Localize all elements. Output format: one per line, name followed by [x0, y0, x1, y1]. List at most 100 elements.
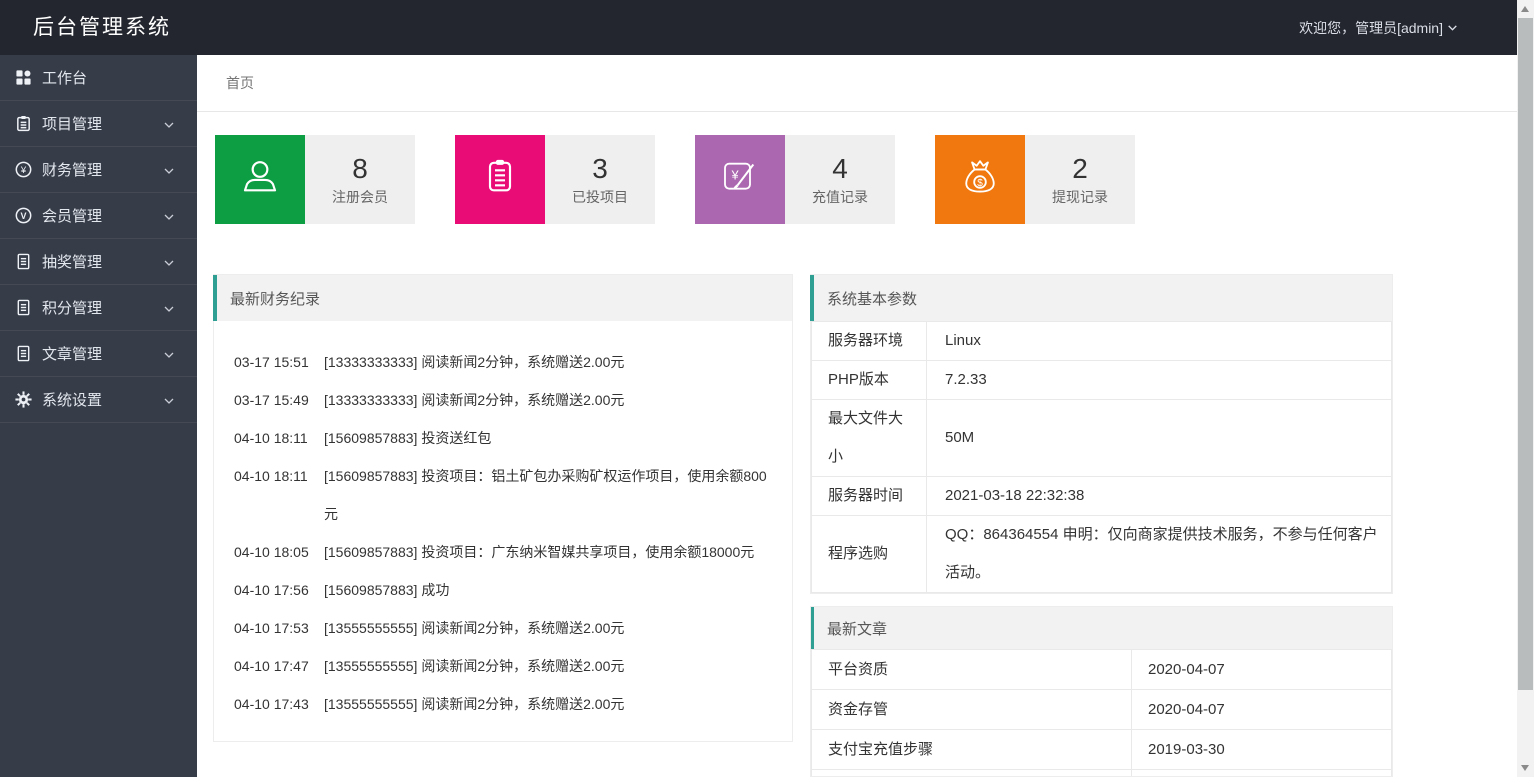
sidebar-item-label: 财务管理 — [42, 162, 103, 179]
chevron-down-icon — [163, 302, 175, 319]
param-row: PHP版本 7.2.33 — [811, 360, 1392, 400]
stat-card-icon-block: ¥ — [695, 135, 785, 224]
stat-card-info: 2 提现记录 — [1025, 135, 1135, 224]
scrollbar-thumb[interactable] — [1518, 18, 1533, 690]
record-time: 04-10 18:11 — [234, 430, 308, 446]
record-text: [15609857883] 投资送红包 — [324, 430, 492, 446]
sidebar-item-label: 积分管理 — [42, 300, 103, 317]
param-row: 服务器时间 2021-03-18 22:32:38 — [811, 476, 1392, 516]
articles-panel: 最新文章 平台资质 2020-04-07 资金存管 2020-04-07 支付宝充值步骤… — [810, 606, 1393, 777]
param-label: 服务器环境 — [811, 321, 927, 361]
recharge-icon: ¥ — [715, 152, 765, 207]
article-row[interactable]: 资金存管 2020-04-07 — [811, 689, 1392, 730]
system-params-table: 服务器环境 Linux PHP版本 7.2.33 最大文件大小 50M 服务器时间 2021-… — [811, 321, 1392, 593]
gear-icon — [15, 391, 32, 408]
chevron-down-icon — [163, 118, 175, 135]
stat-card-registered-members[interactable]: 8 注册会员 — [215, 135, 415, 224]
record-time: 04-10 17:56 — [234, 582, 309, 598]
param-value: 2021-03-18 22:32:38 — [926, 476, 1392, 516]
record-time: 04-10 17:47 — [234, 658, 309, 674]
record-text: [13555555555] 阅读新闻2分钟，系统赠送2.00元 — [324, 658, 625, 674]
record-text: [15609857883] 成功 — [324, 582, 450, 598]
param-value: 50M — [926, 399, 1392, 477]
param-value: 7.2.33 — [926, 360, 1392, 400]
stat-card-withdraw-records[interactable]: $2 提现记录 — [935, 135, 1135, 224]
article-row[interactable]: 平台资质 2020-04-07 — [811, 649, 1392, 690]
finance-record: 03-17 15:51 [13333333333] 阅读新闻2分钟，系统赠送2.0… — [234, 343, 778, 381]
articles-panel-header: 最新文章 — [811, 607, 1392, 649]
user-menu[interactable]: 欢迎您，管理员[admin] — [1299, 0, 1459, 55]
record-time: 03-17 15:49 — [234, 392, 309, 408]
sidebar-item-workbench[interactable]: 工作台 — [0, 55, 197, 101]
finance-record: 04-10 18:05 [15609857883] 投资项目：广东纳米智媒共享项目… — [234, 533, 778, 571]
clipboard-icon — [15, 115, 32, 132]
finance-panel-header: 最新财务纪录 — [213, 275, 792, 321]
app-title: 后台管理系统 — [33, 16, 171, 39]
articles-body: 平台资质 2020-04-07 资金存管 2020-04-07 支付宝充值步骤 2019-… — [811, 649, 1392, 776]
stat-card-icon-block — [215, 135, 305, 224]
article-date: 2019-03-30 — [1131, 729, 1392, 770]
param-row: 程序选购 QQ：864364554 申明：仅向商家提供技术服务，不参与任何客户活动… — [811, 515, 1392, 593]
system-params-body: 服务器环境 Linux PHP版本 7.2.33 最大文件大小 50M 服务器时间 2021-… — [811, 321, 1392, 593]
param-label: PHP版本 — [811, 360, 927, 400]
moneybag-icon: $ — [955, 152, 1005, 207]
finance-record: 04-10 17:56 [15609857883] 成功 — [234, 571, 778, 609]
stat-value: 2 — [1072, 152, 1088, 184]
article-title[interactable]: 支付宝充值步骤 — [811, 729, 1132, 770]
sidebar-item-finance-management[interactable]: ¥ 财务管理 — [0, 147, 197, 193]
article-title[interactable]: 资金存管 — [811, 689, 1132, 730]
stat-label: 已投项目 — [572, 188, 628, 205]
document-icon — [15, 345, 32, 362]
panel-accent-bar — [811, 607, 814, 649]
scroll-up-icon[interactable] — [1521, 6, 1529, 12]
document-icon — [15, 253, 32, 270]
sidebar: 工作台项目管理 ¥ 财务管理 V 会员管理抽奖管理积分管理文章管理系统设置 — [0, 55, 197, 777]
articles-table: 平台资质 2020-04-07 资金存管 2020-04-07 支付宝充值步骤 2019-… — [811, 649, 1392, 776]
record-time: 04-10 18:05 — [234, 544, 309, 560]
sidebar-item-label: 工作台 — [42, 70, 88, 87]
finance-record: 04-10 18:11 [15609857883] 投资送红包 — [234, 419, 778, 457]
system-panel-header: 系统基本参数 — [810, 275, 1392, 321]
stat-card-invested-projects[interactable]: 3 已投项目 — [455, 135, 655, 224]
record-text: [15609857883] 投资项目：广东纳米智媒共享项目，使用余额18000元 — [324, 544, 755, 560]
record-text: [13555555555] 阅读新闻2分钟，系统赠送2.00元 — [324, 696, 625, 712]
notes-icon — [475, 152, 525, 207]
yen-coin-icon: ¥ — [15, 161, 32, 178]
svg-text:$: $ — [977, 178, 983, 189]
sidebar-item-project-management[interactable]: 项目管理 — [0, 101, 197, 147]
article-title[interactable]: 平台资质 — [811, 649, 1132, 690]
finance-records: 03-17 15:51 [13333333333] 阅读新闻2分钟，系统赠送2.0… — [214, 321, 792, 723]
record-text: [13333333333] 阅读新闻2分钟，系统赠送2.00元 — [324, 354, 625, 370]
user-icon — [235, 152, 285, 207]
chevron-down-icon — [163, 256, 175, 273]
stat-card-recharge-records[interactable]: ¥4 充值记录 — [695, 135, 895, 224]
stat-card-info: 4 充值记录 — [785, 135, 895, 224]
record-time: 03-17 15:51 — [234, 354, 309, 370]
param-label: 程序选购 — [811, 515, 927, 593]
sidebar-item-article-management[interactable]: 文章管理 — [0, 331, 197, 377]
sidebar-item-points-management[interactable]: 积分管理 — [0, 285, 197, 331]
article-date: 2020-04-07 — [1131, 689, 1392, 730]
sidebar-item-member-management[interactable]: V 会员管理 — [0, 193, 197, 239]
app-header: 后台管理系统 欢迎您，管理员[admin] — [0, 0, 1517, 55]
finance-panel-title: 最新财务纪录 — [230, 290, 321, 308]
record-time: 04-10 17:53 — [234, 620, 309, 636]
sidebar-item-system-settings[interactable]: 系统设置 — [0, 377, 197, 423]
chevron-down-icon — [163, 164, 175, 181]
param-label: 最大文件大小 — [811, 399, 927, 477]
document-icon — [15, 299, 32, 316]
finance-panel: 最新财务纪录 03-17 15:51 [13333333333] 阅读新闻2分钟，… — [213, 274, 793, 742]
param-value: Linux — [926, 321, 1392, 361]
breadcrumb[interactable]: 首页 — [197, 55, 1517, 112]
sidebar-item-label: 系统设置 — [42, 392, 103, 409]
record-text: [13333333333] 阅读新闻2分钟，系统赠送2.00元 — [324, 392, 625, 408]
stat-value: 3 — [592, 152, 608, 184]
record-time: 04-10 18:11 — [234, 468, 308, 484]
article-row[interactable]: 支付宝充值步骤 2019-03-30 — [811, 729, 1392, 770]
stat-label: 注册会员 — [332, 188, 388, 205]
param-value: QQ：864364554 申明：仅向商家提供技术服务，不参与任何客户活动。 — [926, 515, 1392, 593]
scroll-down-icon[interactable] — [1521, 765, 1529, 771]
chevron-down-icon — [163, 394, 175, 411]
sidebar-item-lottery-management[interactable]: 抽奖管理 — [0, 239, 197, 285]
sidebar-item-label: 抽奖管理 — [42, 254, 103, 271]
